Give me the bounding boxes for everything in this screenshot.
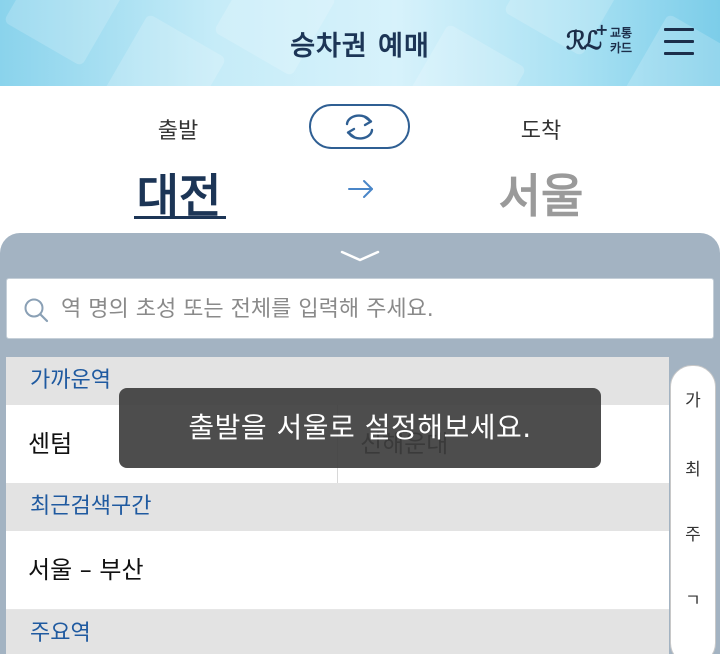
arrival-label: 도착: [520, 119, 562, 144]
chevron-down-icon[interactable]: [340, 249, 380, 263]
transport-card-label-line1: 교통: [610, 26, 633, 40]
arrow-right-icon: [348, 180, 373, 198]
transport-card-label: 교통 카드: [610, 26, 632, 56]
search-icon: [24, 298, 49, 323]
departure-underline: [134, 216, 226, 219]
index-item[interactable]: ㄱ: [671, 586, 715, 611]
index-item[interactable]: 최: [671, 455, 715, 480]
search-box: [6, 278, 714, 339]
toast-message: 출발을 서울로 설정해보세요.: [119, 388, 601, 468]
hamburger-menu-icon[interactable]: [664, 25, 696, 59]
departure-label: 출발: [157, 119, 199, 144]
swap-icon: [345, 114, 374, 140]
index-item[interactable]: 주: [671, 520, 715, 545]
transport-card-button[interactable]: ℛℒ + 교통 카드: [566, 20, 638, 60]
table-row: 서울 – 부산: [6, 531, 669, 609]
swap-stations-button[interactable]: [309, 104, 410, 149]
recent-route-item[interactable]: 서울 – 부산: [6, 531, 669, 609]
section-header-major: 주요역: [6, 610, 669, 654]
section-header-recent: 최근검색구간: [6, 483, 669, 531]
app-header: 승차권 예매 ℛℒ + 교통 카드: [0, 0, 720, 86]
transport-card-label-line2: 카드: [610, 41, 633, 55]
search-input[interactable]: [61, 289, 701, 329]
transport-card-plus: +: [595, 20, 609, 39]
arrival-station[interactable]: 서울: [471, 160, 611, 226]
index-scroll-bar[interactable]: 가 최 주 ㄱ: [670, 365, 716, 654]
index-item[interactable]: 가: [671, 386, 715, 411]
